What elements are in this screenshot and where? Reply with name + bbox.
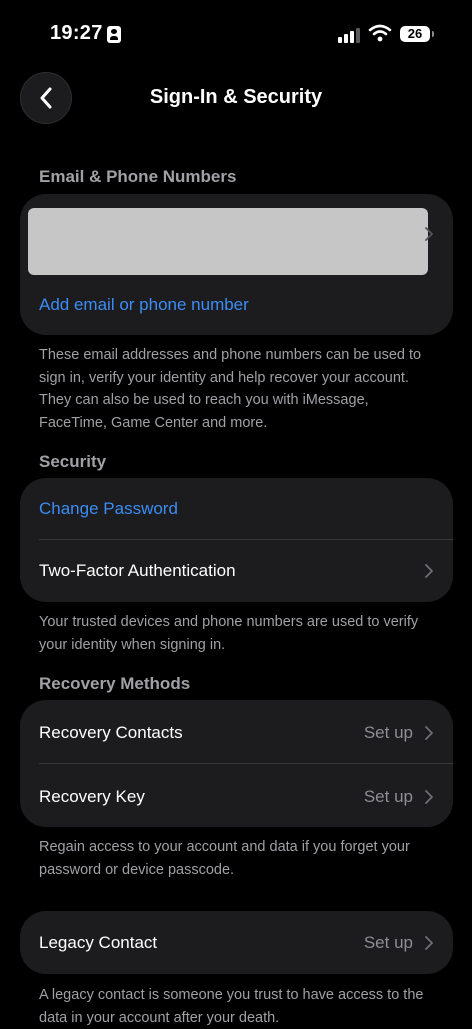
legacy-footer-text: A legacy contact is someone you trust to… <box>39 987 424 1026</box>
wifi-icon <box>368 24 392 42</box>
cellular-signal-icon <box>338 27 360 43</box>
chevron-right-icon <box>425 726 433 740</box>
email-footer-text: These email addresses and phone numbers … <box>39 347 422 431</box>
add-email-phone-row[interactable]: Add email or phone number <box>20 274 453 335</box>
two-factor-label: Two-Factor Authentication <box>39 561 236 580</box>
two-factor-row[interactable]: Two-Factor Authentication <box>20 540 453 602</box>
recovery-contacts-row[interactable]: Recovery Contacts Set up <box>20 702 453 764</box>
section-header-email: Email & Phone Numbers <box>39 167 237 186</box>
page-title: Sign-In & Security <box>149 86 323 108</box>
recovery-footer-text: Regain access to your account and data i… <box>39 839 410 878</box>
security-footer-text: Your trusted devices and phone numbers a… <box>39 614 419 653</box>
change-password-row[interactable]: Change Password <box>20 478 453 540</box>
section-header-recovery: Recovery Methods <box>39 674 191 693</box>
redacted-email-row[interactable] <box>28 208 428 275</box>
legacy-contact-row[interactable]: Legacy Contact Set up <box>20 912 453 974</box>
chevron-right-icon <box>425 227 433 241</box>
recovery-key-label: Recovery Key <box>39 787 145 806</box>
chevron-right-icon <box>425 790 433 804</box>
recovery-key-value: Set up <box>363 787 413 806</box>
chevron-right-icon <box>425 936 433 950</box>
battery-indicator: 26 <box>400 26 434 42</box>
status-bar: 19:27 26 <box>0 0 472 70</box>
recovery-key-row[interactable]: Recovery Key Set up <box>20 766 453 827</box>
change-password-link[interactable]: Change Password <box>39 499 178 519</box>
email-card: Add email or phone number <box>20 194 453 335</box>
id-card-icon <box>107 26 121 43</box>
status-time: 19:27 <box>50 22 103 44</box>
divider <box>39 763 453 764</box>
legacy-card: Legacy Contact Set up <box>20 911 453 974</box>
section-header-security: Security <box>39 452 107 471</box>
chevron-right-icon <box>425 564 433 578</box>
add-email-phone-link[interactable]: Add email or phone number <box>39 295 249 315</box>
recovery-card: Recovery Contacts Set up Recovery Key Se… <box>20 700 453 827</box>
legacy-contact-label: Legacy Contact <box>39 933 158 952</box>
security-card: Change Password Two-Factor Authenticatio… <box>20 478 453 602</box>
recovery-contacts-value: Set up <box>363 723 413 742</box>
recovery-contacts-label: Recovery Contacts <box>39 723 183 742</box>
legacy-contact-value: Set up <box>363 933 413 952</box>
